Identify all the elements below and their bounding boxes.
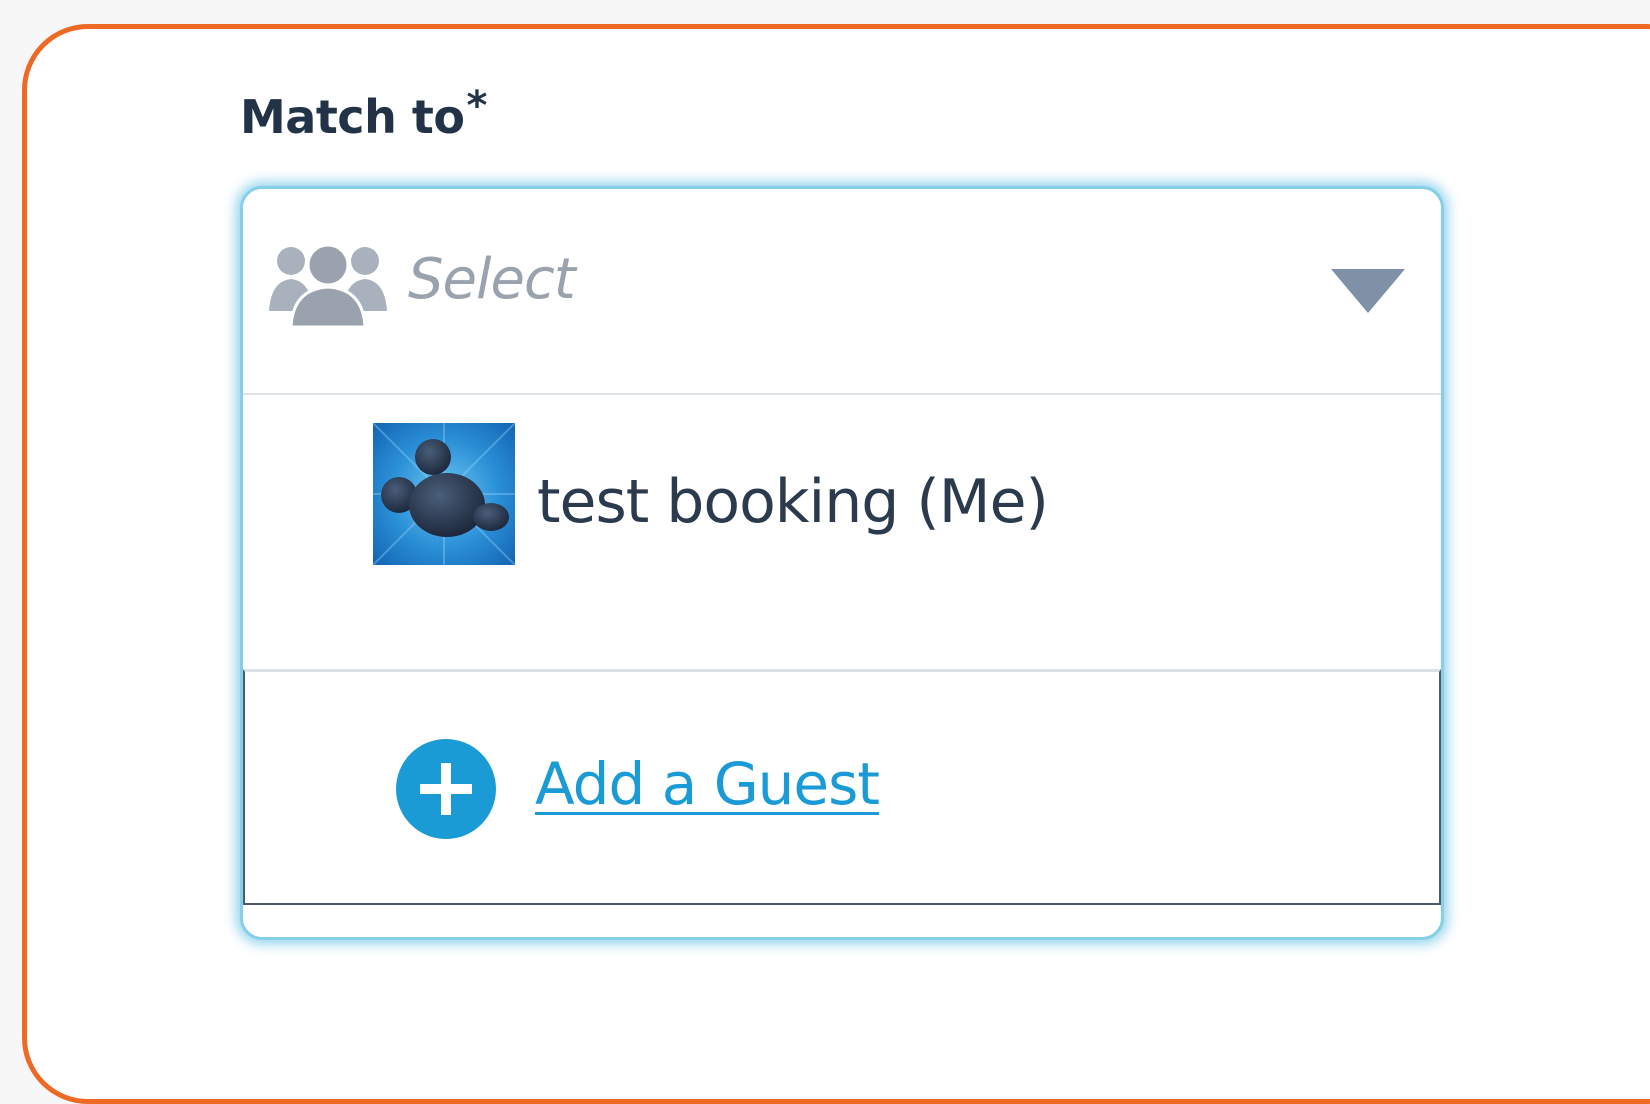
match-to-label-text: Match to	[240, 90, 465, 144]
select-toggle[interactable]: Select	[243, 189, 1441, 395]
guest-option-label: test booking (Me)	[537, 467, 1049, 537]
select-placeholder: Select	[408, 247, 576, 312]
match-to-label: Match to*	[240, 83, 487, 144]
caret-down-icon[interactable]	[1329, 267, 1407, 315]
plus-circle-icon[interactable]	[395, 738, 497, 840]
character-avatar-icon	[373, 423, 515, 565]
add-guest-row[interactable]: Add a Guest	[243, 669, 1441, 905]
add-guest-link[interactable]: Add a Guest	[535, 750, 880, 818]
match-to-dropdown: Select test booking (Me) Add a Guest	[240, 186, 1444, 940]
guest-option-me[interactable]: test booking (Me)	[243, 395, 1441, 669]
required-asterisk: *	[466, 83, 487, 129]
group-icon	[269, 243, 387, 329]
